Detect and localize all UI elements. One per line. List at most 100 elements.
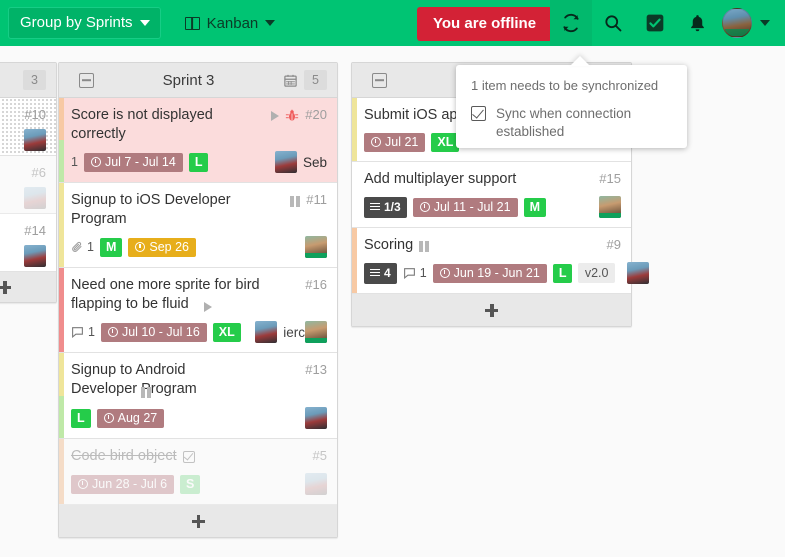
- pause-icon[interactable]: [290, 196, 301, 207]
- clock-icon: [371, 136, 381, 147]
- play-icon[interactable]: [204, 302, 212, 312]
- card-id: #20: [305, 107, 327, 122]
- group-by-sprints-button[interactable]: Group by Sprints: [8, 7, 161, 39]
- card-checklist-count: 4: [364, 262, 397, 284]
- card-stripe: [352, 162, 357, 227]
- card-id: #5: [312, 448, 327, 463]
- card-stripe: [352, 228, 357, 293]
- collapse-column-button[interactable]: [79, 72, 94, 88]
- card-title: Scoring: [364, 237, 414, 253]
- column-card-count: 5: [304, 70, 327, 90]
- card-6[interactable]: #6: [0, 156, 56, 214]
- card-size-tag: L: [552, 263, 572, 283]
- popover-arrow: [570, 56, 590, 66]
- card-date-badge: Jun 19 - Jun 21: [432, 263, 547, 283]
- clock-icon: [419, 201, 430, 212]
- card-date-badge: Jul 7 - Jul 14: [83, 152, 183, 172]
- avatar: [305, 473, 327, 495]
- add-card-button[interactable]: [0, 272, 56, 302]
- checkmark-icon[interactable]: [471, 106, 486, 121]
- pause-icon[interactable]: [141, 387, 151, 398]
- avatar: [305, 236, 327, 258]
- card-date-text: Sep 26: [149, 239, 189, 254]
- offline-status-badge[interactable]: You are offline: [417, 7, 553, 41]
- card-date-text: Jul 21: [385, 134, 419, 149]
- card-id: #9: [606, 237, 621, 252]
- card-title: Signup to iOS Developer Program: [71, 192, 231, 227]
- clock-icon: [107, 326, 118, 337]
- chevron-down-icon: [139, 19, 150, 26]
- bell-icon[interactable]: [676, 0, 718, 46]
- column-header: Sprint 3 5: [59, 63, 337, 98]
- checkbox-icon[interactable]: [634, 0, 676, 46]
- kanban-view-button[interactable]: Kanban: [184, 14, 276, 32]
- kanban-view-label: Kanban: [206, 14, 259, 32]
- card-id: #15: [599, 171, 621, 186]
- clock-icon: [439, 267, 450, 278]
- calendar-icon[interactable]: [283, 73, 298, 88]
- card-date-text: Aug 27: [117, 410, 158, 425]
- clock-icon: [135, 241, 146, 252]
- card-10[interactable]: #10 0: [0, 98, 56, 156]
- board-column-sprint-3: Sprint 3 5 Score is not displayed correc…: [58, 62, 338, 538]
- card-size-tag: M: [99, 237, 123, 257]
- card-id: #11: [306, 192, 327, 207]
- card-date-badge: Jun 28 - Jul 6: [71, 474, 175, 494]
- comment-count-text: 1: [419, 266, 427, 280]
- card-size-tag: L: [71, 408, 91, 428]
- card-title: Score is not displayed correctly: [71, 107, 213, 142]
- card-20[interactable]: Score is not displayed correctly #20 1 J…: [59, 98, 337, 183]
- card-id: #13: [305, 362, 327, 377]
- card-comment-count: 1: [71, 325, 95, 339]
- card-13[interactable]: Signup to Android Developer Program #13 …: [59, 353, 337, 439]
- card-5[interactable]: Code bird object #5 Jun 28 - Jul 6 S: [59, 439, 337, 505]
- add-card-button[interactable]: [59, 505, 337, 537]
- avatar: [24, 129, 46, 151]
- user-menu[interactable]: [722, 0, 770, 46]
- card-id: #10: [24, 107, 46, 122]
- sync-popover-title: 1 item needs to be synchronized: [471, 78, 659, 93]
- add-card-button[interactable]: [352, 294, 631, 326]
- card-date-badge: Sep 26: [128, 237, 196, 257]
- card-date-text: Jul 11 - Jul 21: [433, 199, 511, 214]
- card-14[interactable]: #14 n: [0, 214, 56, 272]
- avatar: [255, 321, 278, 343]
- card-title: Add multiplayer support: [364, 171, 517, 187]
- card-comment-count: 1: [403, 266, 427, 280]
- card-date-text: Jul 10 - Jul 16: [121, 324, 200, 339]
- attachment-count-text: 1: [87, 240, 94, 254]
- card-15[interactable]: Add multiplayer support #15 1/3 Jul 11 -…: [352, 162, 631, 228]
- pause-icon[interactable]: [419, 241, 430, 252]
- avatar: [722, 8, 752, 38]
- card-date-badge: Jul 21: [364, 132, 426, 152]
- comment-count-text: 1: [88, 325, 95, 339]
- assignee-name: ierc: [283, 324, 305, 340]
- group-by-sprints-label: Group by Sprints: [20, 14, 133, 31]
- card-size-tag: S: [180, 474, 201, 494]
- checklist-icon: [370, 268, 380, 277]
- kanban-board-icon: [184, 16, 200, 30]
- clock-icon: [103, 412, 114, 423]
- sync-icon[interactable]: [550, 0, 592, 46]
- avatar: [305, 321, 327, 343]
- card-stripe-secondary: [59, 140, 64, 182]
- card-11[interactable]: Signup to iOS Developer Program #11 1 M …: [59, 183, 337, 268]
- card-9[interactable]: Scoring #9 4 1 Jun 19 - Jun 21 L v2.0: [352, 228, 650, 294]
- card-16[interactable]: Need one more sprite for bird flapping t…: [59, 268, 337, 353]
- card-attachment-count: 1: [71, 240, 94, 254]
- play-icon[interactable]: [271, 111, 280, 121]
- card-date-text: Jun 28 - Jul 6: [92, 476, 168, 491]
- done-checkmark-icon: [182, 451, 195, 463]
- card-stripe: [59, 98, 64, 140]
- search-icon[interactable]: [592, 0, 634, 46]
- avatar: [24, 187, 46, 209]
- chevron-down-icon: [265, 20, 276, 26]
- card-id: #6: [31, 165, 46, 180]
- sync-when-connection-label: Sync when connection established: [496, 106, 632, 139]
- sync-when-connection-option[interactable]: Sync when connection established: [471, 105, 673, 141]
- app-header: Group by Sprints Kanban You are offline: [0, 0, 785, 46]
- collapse-column-button[interactable]: [372, 72, 387, 88]
- card-size-tag: XL: [212, 322, 241, 342]
- card-stripe: [352, 98, 357, 161]
- card-date-badge: Aug 27: [96, 408, 165, 428]
